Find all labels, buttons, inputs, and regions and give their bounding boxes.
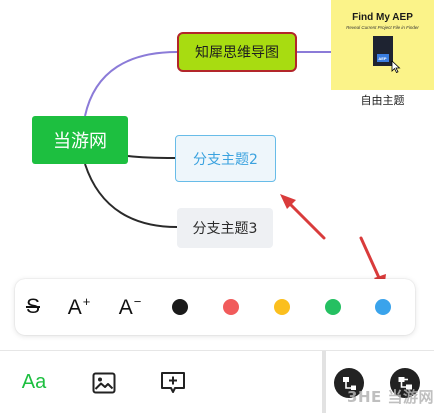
color-swatch-red[interactable] bbox=[215, 279, 247, 335]
image-icon bbox=[92, 372, 116, 393]
insert-image-button[interactable] bbox=[88, 351, 120, 413]
increase-font-size-button[interactable]: A+ bbox=[59, 279, 99, 335]
text-style-icon: Aa bbox=[21, 371, 47, 393]
strikethrough-icon: S bbox=[25, 295, 40, 318]
text-style-button[interactable]: Aa bbox=[12, 351, 56, 413]
font-increase-icon: A+ bbox=[67, 294, 91, 319]
watermark: 3HE 当游网 bbox=[347, 387, 434, 406]
decrease-font-size-button[interactable]: A− bbox=[110, 279, 150, 335]
color-swatch-yellow[interactable] bbox=[266, 279, 298, 335]
color-dot bbox=[325, 299, 341, 315]
color-swatch-blue[interactable] bbox=[367, 279, 399, 335]
color-swatch-black[interactable] bbox=[164, 279, 196, 335]
color-swatch-green[interactable] bbox=[317, 279, 349, 335]
color-dot bbox=[375, 299, 391, 315]
add-comment-icon bbox=[161, 371, 185, 393]
text-format-toolbar: S A+ A− bbox=[15, 279, 415, 335]
insert-comment-button[interactable] bbox=[156, 351, 190, 413]
color-dot bbox=[274, 299, 290, 315]
color-dot bbox=[172, 299, 188, 315]
color-dot bbox=[223, 299, 239, 315]
strikethrough-button[interactable]: S bbox=[19, 279, 47, 335]
red-arrow-icon bbox=[280, 194, 326, 240]
font-decrease-icon: A− bbox=[118, 294, 142, 319]
